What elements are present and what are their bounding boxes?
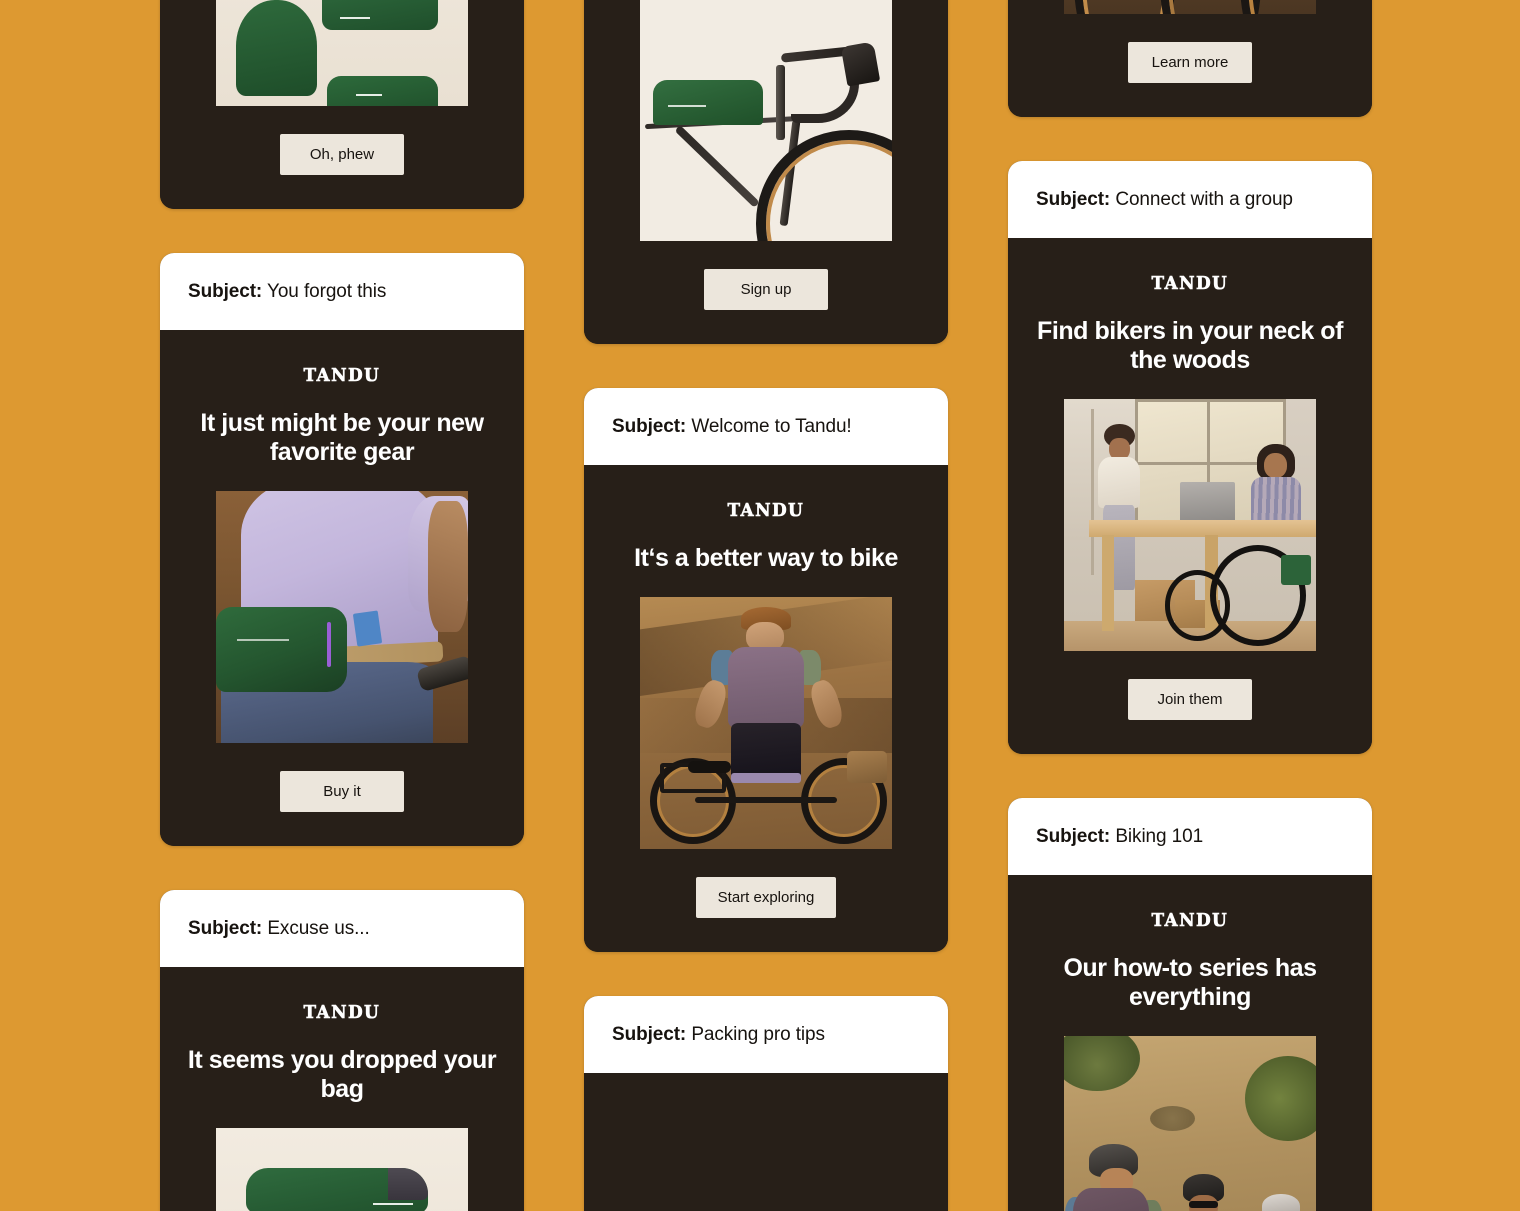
image-bike-with-green-frame-bag [640, 0, 892, 241]
card-column-center: A more efficient way to pack Sign up Sub… [584, 0, 948, 1211]
tandu-logo: Tandu [303, 357, 381, 387]
email-card-board: Oh, phew Subject: You forgot this Tandu … [0, 0, 1520, 1211]
image-three-cyclists-riding-on-hillside [1064, 1035, 1316, 1211]
email-card-welcome-to-tandu[interactable]: Subject: Welcome to Tandu! Tandu It‘s a … [584, 388, 948, 952]
email-card-you-forgot-this[interactable]: Subject: You forgot this Tandu It just m… [160, 253, 524, 846]
card-headline: Our how-to series has everything [1063, 953, 1317, 1011]
card-headline: It‘s a better way to bike [634, 543, 898, 572]
card-body: Tandu It‘s a better way to bike Start ex… [584, 464, 948, 952]
image-two-people-talking-in-bike-workshop [1064, 398, 1316, 651]
email-card-packing-pro-tips[interactable]: Subject: Packing pro tips [584, 995, 948, 1211]
bag-long [246, 1167, 428, 1211]
card-headline: Find bikers in your neck of the woods [1037, 316, 1343, 374]
image-product-photo-cropped [216, 0, 468, 106]
subject-bar: Subject: Connect with a group [1008, 161, 1372, 238]
image-cyclist-standing-with-bike-on-trail [640, 596, 892, 849]
email-card-excuse-us[interactable]: Subject: Excuse us... Tandu It seems you… [160, 889, 524, 1211]
card-body: Tandu It just might be your new favorite… [160, 329, 524, 846]
card-column-right: Learn more Subject: Connect with a group… [1008, 0, 1372, 1211]
cta-start-exploring[interactable]: Start exploring [695, 876, 837, 918]
image-green-bags-and-cap-flatlay [216, 1127, 468, 1211]
card-headline: It just might be your new favorite gear [200, 408, 484, 466]
subject-value: Welcome to Tandu! [691, 416, 852, 437]
card-body: Learn more [1008, 0, 1372, 117]
subject-value: Packing pro tips [691, 1023, 825, 1045]
card-headline: It seems you dropped your bag [187, 1045, 497, 1103]
tandu-logo: Tandu [1151, 902, 1229, 932]
email-card-connect-with-a-group[interactable]: Subject: Connect with a group Tandu Find… [1008, 161, 1372, 754]
tandu-logo: Tandu [303, 994, 381, 1024]
email-card-oh-phew[interactable]: Oh, phew [160, 0, 524, 209]
card-body: Oh, phew [160, 0, 524, 209]
cta-sign-up[interactable]: Sign up [704, 269, 828, 310]
email-card-biking-101[interactable]: Subject: Biking 101 Tandu Our how-to ser… [1008, 797, 1372, 1211]
card-body: A more efficient way to pack Sign up [584, 0, 948, 344]
subject-label: Subject: [1036, 189, 1111, 210]
tandu-logo: Tandu [1151, 265, 1229, 295]
cta-oh-phew[interactable]: Oh, phew [280, 134, 404, 175]
card-body: Tandu It seems you dropped your bag [160, 966, 524, 1211]
subject-bar: Subject: You forgot this [160, 253, 524, 330]
tandu-logo: Tandu [727, 492, 805, 522]
cta-join-them[interactable]: Join them [1128, 678, 1252, 720]
image-rider-wearing-green-hip-pack [216, 490, 468, 743]
subject-bar: Subject: Welcome to Tandu! [584, 388, 948, 465]
subject-label: Subject: [188, 281, 263, 302]
email-card-more-efficient[interactable]: A more efficient way to pack Sign up [584, 0, 948, 344]
card-body: Tandu Our how-to series has everything [1008, 874, 1372, 1211]
subject-label: Subject: [1036, 825, 1111, 847]
card-body: Tandu Find bikers in your neck of the wo… [1008, 237, 1372, 754]
subject-bar: Subject: Excuse us... [160, 889, 524, 967]
subject-bar: Subject: Biking 101 [1008, 797, 1372, 875]
bag-mid [321, 0, 438, 31]
subject-label: Subject: [612, 1023, 687, 1045]
subject-label: Subject: [188, 917, 263, 939]
bag-bottom [326, 75, 438, 106]
cycling-cap [236, 0, 317, 96]
image-parked-bikes-cropped [1064, 0, 1316, 14]
cta-buy-it[interactable]: Buy it [280, 770, 404, 812]
subject-label: Subject: [612, 416, 687, 437]
subject-value: Connect with a group [1115, 189, 1293, 210]
card-body [584, 1072, 948, 1211]
subject-bar: Subject: Packing pro tips [584, 995, 948, 1073]
subject-value: You forgot this [267, 281, 387, 302]
card-column-left: Oh, phew Subject: You forgot this Tandu … [160, 0, 524, 1211]
subject-value: Excuse us... [267, 917, 370, 939]
cta-learn-more[interactable]: Learn more [1128, 42, 1252, 83]
subject-value: Biking 101 [1115, 825, 1204, 847]
email-card-learn-more[interactable]: Learn more [1008, 0, 1372, 117]
